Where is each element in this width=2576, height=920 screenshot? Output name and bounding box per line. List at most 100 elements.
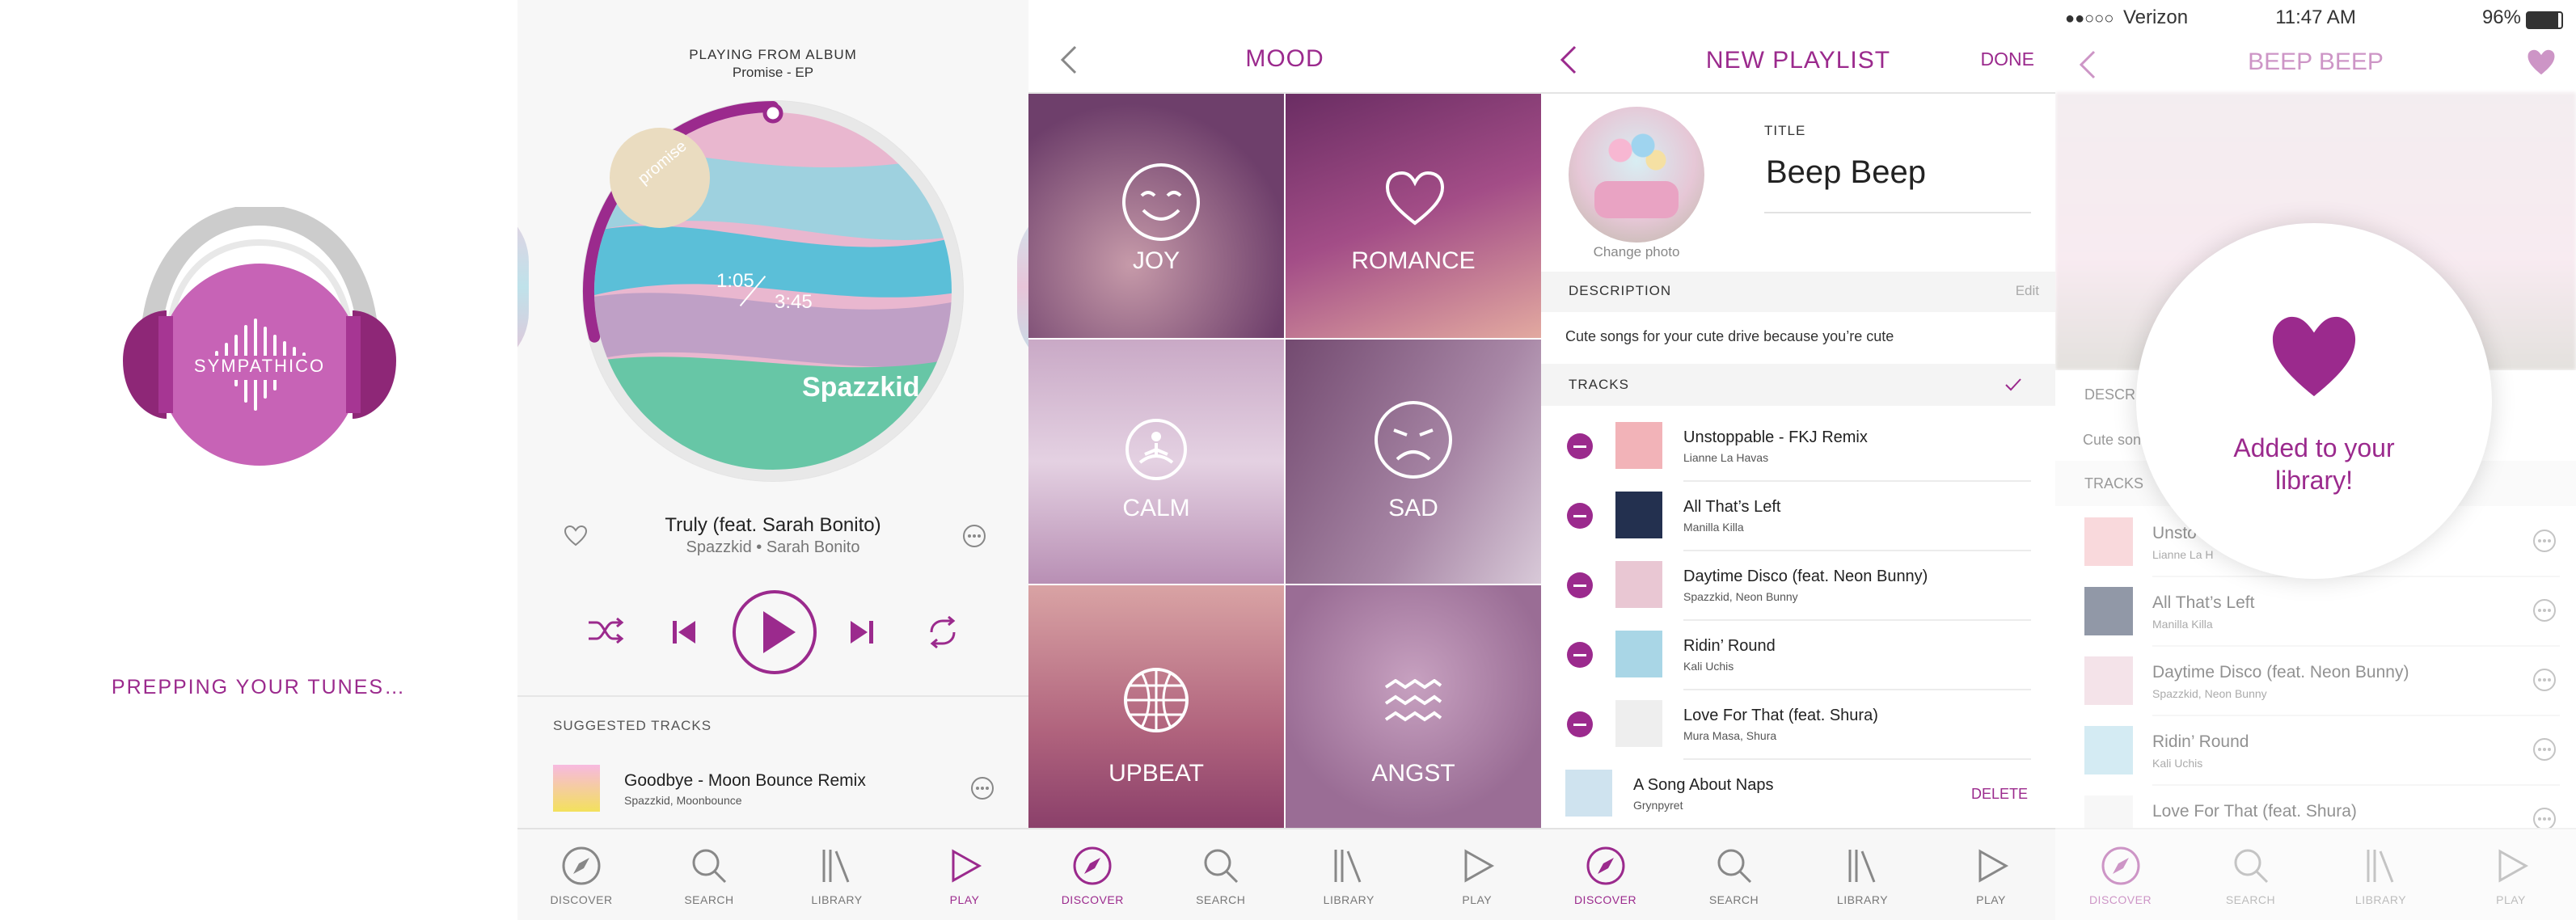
checkmark-icon[interactable] bbox=[2004, 375, 2023, 395]
splash-screen: SYMPATHICO PREPPING YOUR TUNES… bbox=[0, 0, 517, 920]
tab-search[interactable]: SEARCH bbox=[645, 829, 773, 920]
tab-discover[interactable]: DISCOVER bbox=[1028, 829, 1157, 920]
tab-library[interactable]: LIBRARY bbox=[1285, 829, 1413, 920]
mood-label: UPBEAT bbox=[1109, 760, 1204, 787]
track-title: Daytime Disco (feat. Neon Bunny) bbox=[1683, 568, 1928, 585]
track-thumb bbox=[1615, 492, 1662, 538]
track-title: All That’s Left bbox=[1683, 498, 1781, 516]
mood-tile-romance[interactable]: ROMANCE bbox=[1286, 94, 1541, 338]
status-bar: ●●○○○ Verizon 11:47 AM 96% bbox=[2055, 0, 2576, 36]
playlist-header: NEW PLAYLIST DONE bbox=[1541, 0, 2055, 94]
mood-tile-joy[interactable]: JOY bbox=[1028, 94, 1284, 338]
playlist-track-row[interactable]: Unstoppable - FKJ Remix Lianne La Havas bbox=[1541, 412, 2055, 482]
remove-track-icon[interactable] bbox=[1567, 503, 1593, 529]
more-icon[interactable] bbox=[962, 524, 986, 548]
elapsed-time: 1:05 bbox=[716, 270, 754, 292]
total-time: 3:45 bbox=[775, 291, 813, 313]
more-icon[interactable] bbox=[970, 776, 995, 800]
tab-label: LIBRARY bbox=[1836, 893, 1889, 906]
track-artist: Lianne La Havas bbox=[1683, 451, 1769, 464]
album-art-title: Spazzkid bbox=[802, 372, 920, 403]
mood-tile-calm[interactable]: CALM bbox=[1028, 340, 1284, 584]
playlist-cover[interactable] bbox=[1569, 107, 1704, 243]
mood-tile-sad[interactable]: SAD bbox=[1286, 340, 1541, 584]
suggested-title: Goodbye - Moon Bounce Remix bbox=[624, 771, 866, 790]
remove-track-icon[interactable] bbox=[1567, 572, 1593, 598]
edit-link[interactable]: Edit bbox=[2016, 283, 2039, 299]
tab-label: DISCOVER bbox=[550, 893, 613, 906]
added-message: Added to your library! bbox=[2233, 433, 2395, 495]
tab-search[interactable]: SEARCH bbox=[1670, 829, 1798, 920]
library-icon bbox=[1334, 850, 1362, 883]
tracks-header: TRACKS bbox=[1541, 364, 2055, 406]
mood-label: ANGST bbox=[1371, 760, 1455, 787]
tab-discover[interactable]: DISCOVER bbox=[1541, 829, 1670, 920]
heart-filled-icon bbox=[2272, 316, 2356, 397]
tab-label: SEARCH bbox=[684, 893, 734, 906]
playlist-title: NEW PLAYLIST bbox=[1705, 47, 1891, 74]
tab-search[interactable]: SEARCH bbox=[1157, 829, 1286, 920]
playlist-track-row[interactable]: A Song About Naps Grynpyret DELETE bbox=[1541, 760, 2055, 829]
suggested-header: SUGGESTED TRACKS bbox=[553, 718, 712, 733]
library-icon bbox=[1848, 850, 1875, 883]
tab-play[interactable]: PLAY bbox=[1413, 829, 1542, 920]
track-thumb bbox=[1615, 561, 1662, 608]
shuffle-icon[interactable] bbox=[585, 614, 626, 647]
added-popup: Added to your library! bbox=[2136, 223, 2492, 579]
search-icon bbox=[692, 849, 727, 884]
playlist-title-input[interactable] bbox=[1764, 154, 2010, 192]
track-thumb bbox=[1615, 422, 1662, 469]
tab-label: DISCOVER bbox=[1573, 893, 1637, 906]
tab-bar: DISCOVER SEARCH LIBRARY PLAY bbox=[1541, 828, 2055, 920]
tab-play[interactable]: PLAY bbox=[1927, 829, 2055, 920]
playlist-track-row[interactable]: Love For That (feat. Shura) Mura Masa, Sh… bbox=[1541, 690, 2055, 760]
track-artist: Grynpyret bbox=[1633, 799, 1683, 812]
playlist-track-row[interactable]: Daytime Disco (feat. Neon Bunny) Spazzkid… bbox=[1541, 551, 2055, 621]
tab-label: LIBRARY bbox=[1323, 893, 1375, 906]
prev-album-peek[interactable] bbox=[517, 202, 529, 372]
description-text[interactable]: Cute songs for your cute drive because y… bbox=[1565, 328, 2039, 345]
previous-icon[interactable] bbox=[669, 618, 699, 647]
tracks-label: TRACKS bbox=[1569, 377, 1629, 392]
compass-icon bbox=[1073, 846, 1112, 885]
mood-label: JOY bbox=[1132, 247, 1180, 274]
mood-tile-upbeat[interactable]: UPBEAT bbox=[1028, 585, 1284, 829]
tab-discover[interactable]: DISCOVER bbox=[517, 829, 645, 920]
track-thumb bbox=[1615, 631, 1662, 677]
mood-label: ROMANCE bbox=[1351, 247, 1476, 274]
disco-ball-icon bbox=[1124, 668, 1189, 732]
remove-track-icon[interactable] bbox=[1567, 642, 1593, 668]
track-title: Truly (feat. Sarah Bonito) bbox=[665, 514, 881, 536]
remove-track-icon[interactable] bbox=[1567, 711, 1593, 737]
album-art-dial[interactable] bbox=[579, 97, 967, 485]
tab-library[interactable]: LIBRARY bbox=[1798, 829, 1927, 920]
cover-balloons bbox=[1604, 131, 1669, 179]
next-album-peek[interactable] bbox=[1017, 202, 1028, 372]
search-icon bbox=[1717, 849, 1751, 884]
smile-icon bbox=[1122, 163, 1200, 241]
suggested-track-row[interactable]: Goodbye - Moon Bounce Remix Spazzkid, Mo… bbox=[553, 760, 1004, 817]
track-thumb bbox=[1615, 700, 1662, 747]
mood-tile-angst[interactable]: ANGST bbox=[1286, 585, 1541, 829]
track-title: Love For That (feat. Shura) bbox=[1683, 707, 1878, 724]
heart-outline-icon bbox=[1385, 171, 1445, 226]
tab-library[interactable]: LIBRARY bbox=[773, 829, 901, 920]
play-icon[interactable] bbox=[731, 589, 818, 676]
track-title: Unstoppable - FKJ Remix bbox=[1683, 428, 1868, 446]
playlist-track-row[interactable]: Ridin’ Round Kali Uchis bbox=[1541, 621, 2055, 690]
next-icon[interactable] bbox=[847, 618, 876, 647]
tab-play[interactable]: PLAY bbox=[901, 829, 1028, 920]
delete-button[interactable]: DELETE bbox=[1971, 786, 2028, 803]
tab-label: PLAY bbox=[1976, 893, 2006, 906]
change-photo-link[interactable]: Change photo bbox=[1569, 244, 1704, 260]
source-label: PLAYING FROM ALBUM bbox=[689, 47, 857, 62]
brand-name: SYMPATHICO bbox=[193, 356, 326, 376]
mood-label: SAD bbox=[1388, 495, 1438, 521]
play-tab-icon bbox=[952, 849, 982, 883]
search-icon bbox=[1204, 849, 1238, 884]
done-button[interactable]: DONE bbox=[1981, 49, 2034, 70]
remove-track-icon[interactable] bbox=[1567, 433, 1593, 459]
repeat-icon[interactable] bbox=[925, 614, 961, 650]
mood-screen: MOOD JOY ROMANCE CALM SAD UPBEAT ANGST D… bbox=[1028, 0, 1541, 920]
playlist-track-row[interactable]: All That’s Left Manilla Killa bbox=[1541, 482, 2055, 551]
